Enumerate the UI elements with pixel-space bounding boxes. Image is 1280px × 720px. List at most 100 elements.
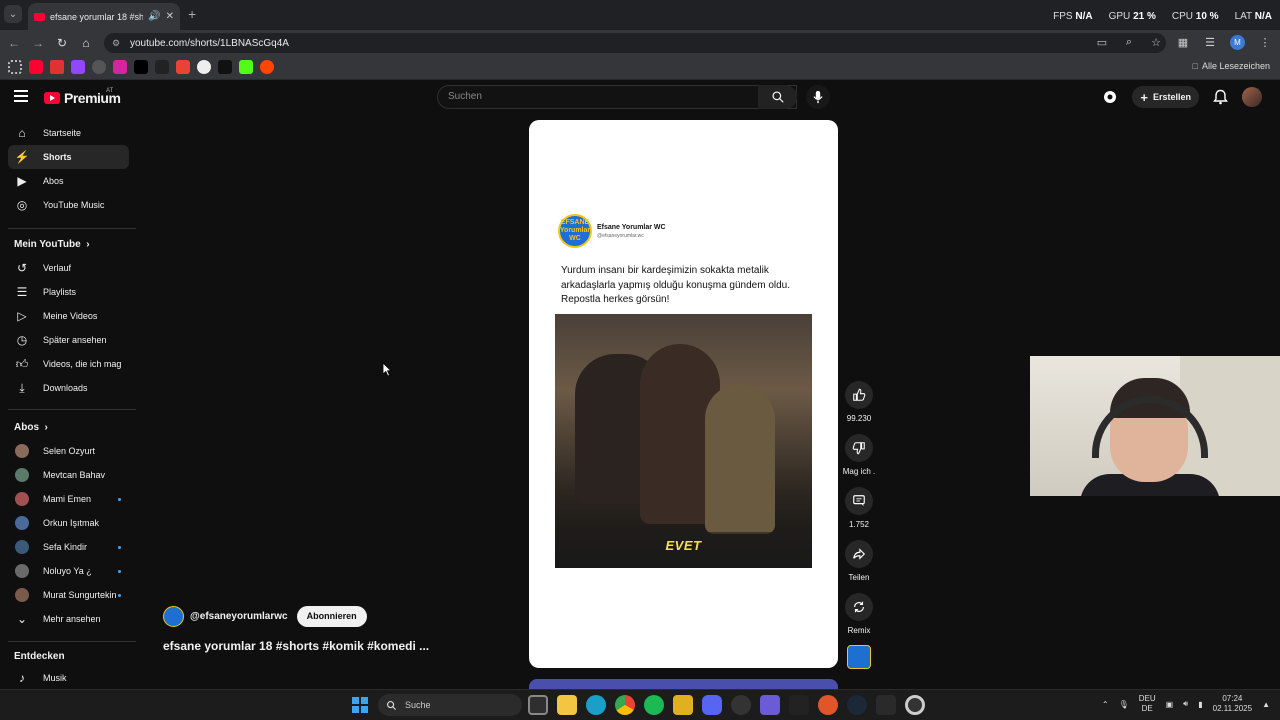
tab-search-button[interactable]: ⌄ (4, 5, 22, 23)
dislike-button[interactable]: Mag ich . (841, 434, 877, 476)
search-button[interactable] (758, 85, 797, 109)
bookmark-star-icon[interactable]: ☆ (1149, 36, 1163, 49)
short-video-player[interactable]: EFSANE Yorumlar WC Efsane Yorumlar WC @e… (529, 120, 838, 668)
all-bookmarks-folder[interactable]: Alle Lesezeichen (1193, 61, 1270, 71)
network-icon[interactable]: ▣ (1166, 700, 1174, 709)
reddit-bookmark-icon[interactable] (260, 60, 274, 74)
comments-button[interactable]: 1.752 (841, 487, 877, 529)
notifications-bell-icon[interactable] (1213, 89, 1228, 105)
apps-grid-icon[interactable] (8, 60, 22, 74)
sidebar-item-home[interactable]: ⌂ Startseite (8, 121, 129, 145)
sidebar-item-youtube-music[interactable]: ◎ YouTube Music (8, 193, 129, 217)
sidebar-subscription[interactable]: Murat Sungurtekin (8, 583, 129, 607)
new-tab-button[interactable]: + (188, 6, 196, 22)
steam-icon[interactable] (847, 695, 867, 715)
discord-icon[interactable] (702, 695, 722, 715)
create-button[interactable]: + Erstellen (1132, 86, 1199, 108)
chrome-icon[interactable] (615, 695, 635, 715)
obs-icon[interactable] (731, 695, 751, 715)
x-bookmark-icon[interactable] (134, 60, 148, 74)
sidebar-subscription[interactable]: Mami Emen (8, 487, 129, 511)
gmail-bookmark-icon[interactable] (176, 60, 190, 74)
subscribe-button[interactable]: Abonnieren (296, 606, 367, 627)
video-title[interactable]: efsane yorumlar 18 #shorts #komik #komed… (163, 639, 429, 653)
volume-icon[interactable]: 🔊︎ (1183, 699, 1188, 709)
sidebar-subscription[interactable]: Noluyo Ya ¿ (8, 559, 129, 583)
clock[interactable]: 07:24 02.11.2025 (1213, 694, 1252, 714)
next-short-preview[interactable] (529, 679, 838, 689)
channel-avatar (15, 588, 29, 602)
sidebar-item-downloads[interactable]: ⤓ Downloads (8, 376, 129, 400)
sidebar-item-watch-later[interactable]: ◷ Später ansehen (8, 328, 129, 352)
taskbar-search[interactable]: Suche (378, 694, 522, 716)
battery-icon[interactable]: ▮ (1198, 700, 1202, 709)
app-purple-icon[interactable] (760, 695, 780, 715)
tray-overflow-icon[interactable]: ⌃ (1102, 700, 1109, 709)
profile-avatar[interactable]: M (1230, 35, 1245, 50)
account-avatar[interactable] (1242, 87, 1262, 107)
forward-icon[interactable]: → (30, 35, 46, 51)
task-view-icon[interactable] (528, 695, 548, 715)
epic-games-icon[interactable] (876, 695, 896, 715)
address-bar[interactable]: ⚙ youtube.com/shorts/1LBNAScGq4A (104, 33, 1166, 53)
channel-thumbnail[interactable] (847, 645, 871, 669)
home-button-icon[interactable]: ⌂ (78, 35, 94, 51)
app-shield-icon[interactable] (789, 695, 809, 715)
channel-avatar[interactable] (163, 606, 184, 627)
twitch-bookmark-icon[interactable] (71, 60, 85, 74)
microphone-tray-icon[interactable]: 🎙︎ (1119, 700, 1129, 709)
like-button[interactable]: 99.230 (841, 381, 877, 423)
remix-button[interactable]: Remix (841, 593, 877, 635)
circle-bookmark-icon[interactable] (92, 60, 106, 74)
sidebar-item-liked-videos[interactable]: 👍︎ Videos, die ich mag (8, 352, 129, 376)
cast-icon[interactable]: ▭ (1095, 36, 1109, 49)
file-explorer-icon[interactable] (557, 695, 577, 715)
channel-handle[interactable]: @efsaneyorumlarwc (190, 611, 288, 622)
zoom-icon[interactable]: ⌕ (1122, 36, 1136, 49)
clock-bookmark-icon[interactable] (197, 60, 211, 74)
sidebar-item-music[interactable]: ♪ Musik (8, 666, 129, 690)
back-icon[interactable]: ← (6, 35, 22, 51)
youtube-bookmark-icon[interactable] (29, 60, 43, 74)
search-input[interactable]: Suchen (437, 85, 797, 109)
sidebar-item-history[interactable]: ↺ Verlauf (8, 256, 129, 280)
spotify-icon[interactable] (644, 695, 664, 715)
browser-tab-active[interactable]: efsane yorumlar 18 #shorts 🔊 ✕ (28, 3, 180, 30)
reload-icon[interactable]: ↻ (54, 35, 70, 51)
speaker-icon[interactable]: 🔊 (148, 11, 160, 22)
notification-bell-icon[interactable]: ▲ (1262, 700, 1270, 709)
sidebar-subscription[interactable]: Mevtcan Bahav (8, 463, 129, 487)
app-orange-icon[interactable] (818, 695, 838, 715)
kebab-menu-icon[interactable]: ⋮ (1258, 36, 1272, 49)
app-yellow-icon[interactable] (673, 695, 693, 715)
sidebar-item-shorts[interactable]: ⚡ Shorts (8, 145, 129, 169)
language-indicator[interactable]: DEU DE (1139, 694, 1156, 714)
sidebar-subscription[interactable]: Sefa Kindir (8, 535, 129, 559)
media-controls-icon[interactable]: ☰ (1203, 36, 1217, 49)
tiktok-bookmark-icon[interactable] (218, 60, 232, 74)
you-section-heading[interactable]: Mein YouTube › (14, 239, 90, 250)
sidebar-subscription[interactable]: Orkun Işıtmak (8, 511, 129, 535)
kick-bookmark-icon[interactable] (239, 60, 253, 74)
sidebar-item-subscriptions[interactable]: ▶ Abos (8, 169, 129, 193)
youtube-premium-logo[interactable]: Premium AT (44, 88, 121, 106)
sidebar-subscription[interactable]: Selen Ozyurt (8, 439, 129, 463)
extensions-icon[interactable]: ▦ (1176, 36, 1190, 49)
voice-search-button[interactable] (806, 85, 830, 109)
sidebar-item-your-videos[interactable]: ▷ Meine Videos (8, 304, 129, 328)
close-tab-icon[interactable]: ✕ (166, 11, 174, 22)
subscriptions-section-heading[interactable]: Abos › (14, 422, 48, 433)
colored-bookmark-icon[interactable] (50, 60, 64, 74)
show-more-button[interactable]: ⌄ Mehr ansehen (8, 607, 129, 631)
windows-start-icon[interactable] (352, 697, 368, 713)
edge-icon[interactable] (586, 695, 606, 715)
share-button[interactable]: Teilen (841, 540, 877, 582)
slash-bookmark-icon[interactable] (155, 60, 169, 74)
guide-menu-icon[interactable] (14, 90, 28, 102)
shorts-create-icon[interactable] (1102, 89, 1118, 105)
site-info-icon[interactable]: ⚙ (112, 38, 122, 48)
instagram-bookmark-icon[interactable] (113, 60, 127, 74)
app-ring-icon[interactable] (905, 695, 925, 715)
sidebar-item-playlists[interactable]: ☰ Playlists (8, 280, 129, 304)
region-code: AT (106, 88, 114, 94)
